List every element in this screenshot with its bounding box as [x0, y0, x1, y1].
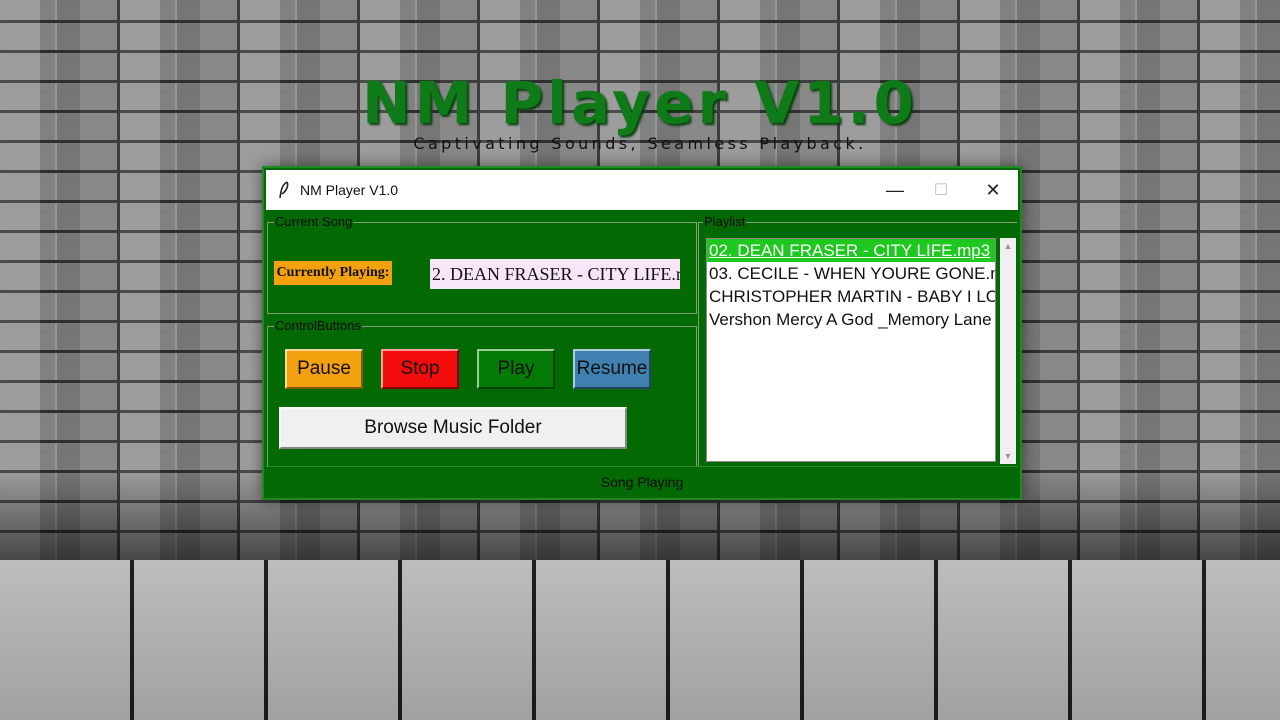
- playlist-group-label: Playlist: [703, 214, 747, 229]
- minimize-button[interactable]: —: [872, 170, 918, 210]
- current-song-group-label: Current Song: [274, 214, 354, 229]
- playlist-scrollbar[interactable]: ▲ ▼: [1000, 238, 1016, 464]
- pause-button[interactable]: Pause: [285, 349, 363, 389]
- window-client-area: Current Song Currently Playing: 2. DEAN …: [266, 210, 1018, 496]
- control-buttons-group: ControlButtons Pause Stop Play Resume Br…: [267, 319, 697, 467]
- maximize-icon: ☐: [933, 182, 949, 199]
- play-button[interactable]: Play: [477, 349, 555, 389]
- close-icon: ✕: [985, 179, 1001, 200]
- current-song-display: 2. DEAN FRASER - CITY LIFE.mp: [430, 259, 680, 289]
- playlist-item[interactable]: Vershon Mercy A God _Memory Lane Ri: [707, 308, 995, 331]
- control-buttons-group-label: ControlButtons: [274, 318, 362, 333]
- window-title: NM Player V1.0: [300, 182, 399, 198]
- scroll-down-icon[interactable]: ▼: [1000, 448, 1016, 464]
- browse-music-folder-button[interactable]: Browse Music Folder: [279, 407, 627, 449]
- playlist-item[interactable]: 03. CECILE - WHEN YOURE GONE.mp3: [707, 262, 995, 285]
- feather-icon: [279, 181, 289, 199]
- close-button[interactable]: ✕: [970, 170, 1016, 210]
- headline-title: NM Player V1.0: [362, 69, 918, 137]
- playlist-listbox[interactable]: 02. DEAN FRASER - CITY LIFE.mp3 03. CECI…: [706, 238, 996, 462]
- playlist-item[interactable]: CHRISTOPHER MARTIN - BABY I LOVE: [707, 285, 995, 308]
- status-bar: Song Playing: [266, 466, 1018, 497]
- floor-shading: [0, 560, 1280, 720]
- current-song-group: Current Song Currently Playing: 2. DEAN …: [267, 215, 697, 314]
- tagline: Captivating Sounds, Seamless Playback.: [413, 134, 867, 153]
- playlist-item[interactable]: 02. DEAN FRASER - CITY LIFE.mp3: [707, 239, 995, 262]
- maximize-button[interactable]: ☐: [918, 170, 964, 210]
- currently-playing-badge: Currently Playing:: [274, 261, 392, 285]
- stop-button[interactable]: Stop: [381, 349, 459, 389]
- resume-button[interactable]: Resume: [573, 349, 651, 389]
- minimize-icon: —: [886, 179, 904, 200]
- scroll-up-icon[interactable]: ▲: [1000, 238, 1016, 254]
- app-window: NM Player V1.0 — ☐ ✕ Current Song Curren…: [262, 166, 1022, 500]
- title-bar[interactable]: NM Player V1.0 — ☐ ✕: [266, 170, 1018, 210]
